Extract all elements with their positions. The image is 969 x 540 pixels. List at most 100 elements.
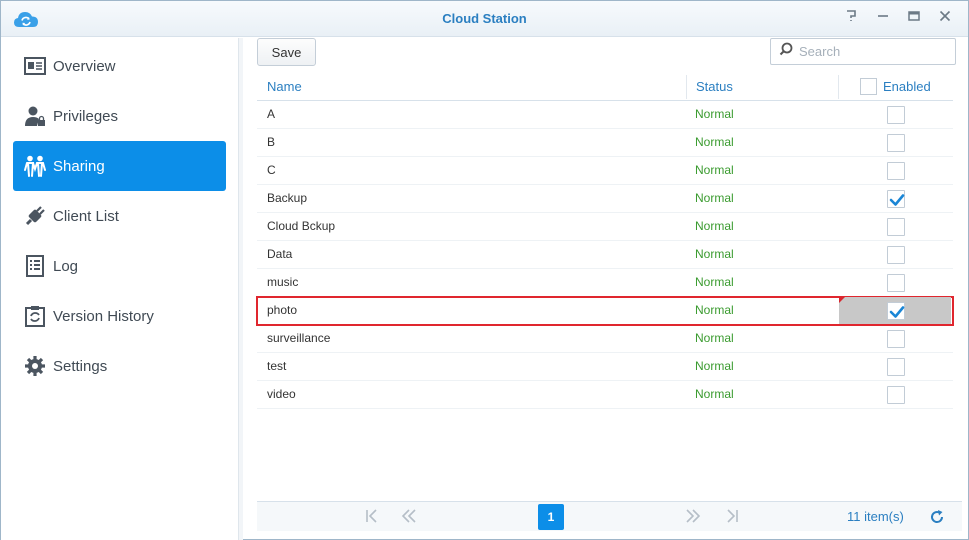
folder-status: Normal [695,163,734,177]
shared-folder-grid: Name Status Enabled A Normal B Normal C Norma… [256,73,954,409]
sidebar-item-label: Overview [53,57,116,75]
folder-status: Normal [695,107,734,121]
column-header-enabled[interactable]: Enabled [883,73,931,101]
enabled-cell[interactable] [839,325,951,352]
column-separator [838,75,839,99]
sidebar-divider [239,38,243,540]
enabled-checkbox[interactable] [887,162,905,180]
toolbar: Save [257,38,962,72]
window-title: Cloud Station [442,11,527,26]
gear-icon [23,354,47,378]
sidebar-item-label: Privileges [53,107,119,125]
folder-name: Cloud Bckup [267,219,336,233]
enabled-checkbox[interactable] [887,190,905,208]
column-header-status[interactable]: Status [696,73,733,101]
select-all-checkbox[interactable] [860,78,877,95]
table-row[interactable]: A Normal [257,101,953,129]
first-page-icon[interactable] [363,509,381,525]
folder-name: B [267,135,276,149]
table-row[interactable]: C Normal [257,157,953,185]
table-row[interactable]: test Normal [257,353,953,381]
search-input[interactable] [799,44,949,59]
enabled-cell[interactable] [839,381,951,408]
sidebar-item-label: Settings [53,357,108,375]
folder-name: video [267,387,296,401]
help-icon[interactable] [842,10,860,28]
folder-name: surveillance [267,331,331,345]
enabled-cell[interactable] [839,353,951,380]
sidebar-item-client-list[interactable]: Client List [13,191,226,241]
folder-name: A [267,107,276,121]
table-row[interactable]: video Normal [257,381,953,409]
enabled-checkbox[interactable] [887,106,905,124]
folder-name: Data [267,247,293,261]
sidebar-item-settings[interactable]: Settings [13,341,226,391]
minimize-icon[interactable] [874,10,892,28]
sidebar-item-sharing[interactable]: Sharing [13,141,226,191]
sidebar-item-version-history[interactable]: Version History [13,291,226,341]
overview-icon [23,54,47,78]
table-row[interactable]: Backup Normal [257,185,953,213]
folder-status: Normal [695,331,734,345]
sidebar-item-privileges[interactable]: Privileges [13,91,226,141]
enabled-cell[interactable] [839,241,951,268]
folder-status: Normal [695,219,734,233]
column-header-name[interactable]: Name [267,73,302,101]
refresh-icon[interactable] [929,509,945,525]
folder-name: test [267,359,287,373]
pagination-bar: 1 11 item(s) [257,501,962,531]
table-row[interactable]: Cloud Bckup Normal [257,213,953,241]
enabled-cell[interactable] [839,269,951,296]
plug-icon [23,204,47,228]
enabled-checkbox[interactable] [887,330,905,348]
enabled-checkbox[interactable] [887,386,905,404]
table-row[interactable]: music Normal [257,269,953,297]
item-count: 11 item(s) [847,509,904,524]
sidebar-item-overview[interactable]: Overview [13,41,226,91]
folder-name: C [267,163,276,177]
grid-header: Name Status Enabled [257,73,953,101]
enabled-checkbox[interactable] [887,302,905,320]
table-row[interactable]: surveillance Normal [257,325,953,353]
enabled-checkbox[interactable] [887,218,905,236]
folder-status: Normal [695,191,734,205]
next-page-icon[interactable] [684,509,702,525]
close-icon[interactable] [936,10,954,28]
enabled-checkbox[interactable] [887,274,905,292]
sidebar: Overview Privileges Sharing Client List … [1,38,239,540]
search-icon [779,42,793,61]
sidebar-item-label: Log [53,257,79,275]
table-row[interactable]: photo Normal [256,296,954,326]
search-box[interactable] [770,38,956,65]
folder-name: Backup [267,191,308,205]
enabled-cell[interactable] [839,213,951,240]
folder-status: Normal [695,303,734,317]
enabled-cell[interactable] [839,297,951,324]
version-history-icon [23,304,47,328]
folder-status: Normal [695,387,734,401]
enabled-cell[interactable] [839,129,951,156]
folder-status: Normal [695,359,734,373]
enabled-cell[interactable] [839,185,951,212]
last-page-icon[interactable] [723,509,741,525]
enabled-checkbox[interactable] [887,134,905,152]
folder-name: music [267,275,299,289]
title-bar: Cloud Station [1,1,968,37]
enabled-checkbox[interactable] [887,358,905,376]
current-page-button[interactable]: 1 [538,504,564,530]
cloud-station-window: Cloud Station Overview Privileges Sharin… [0,0,969,540]
enabled-cell[interactable] [839,101,951,128]
folder-status: Normal [695,135,734,149]
table-row[interactable]: Data Normal [257,241,953,269]
sidebar-item-log[interactable]: Log [13,241,226,291]
previous-page-icon[interactable] [400,509,418,525]
column-separator [686,75,687,99]
enabled-checkbox[interactable] [887,246,905,264]
maximize-icon[interactable] [905,10,923,28]
enabled-cell[interactable] [839,157,951,184]
log-icon [23,254,47,278]
folder-status: Normal [695,275,734,289]
sidebar-item-label: Client List [53,207,119,225]
save-button[interactable]: Save [257,38,316,66]
table-row[interactable]: B Normal [257,129,953,157]
